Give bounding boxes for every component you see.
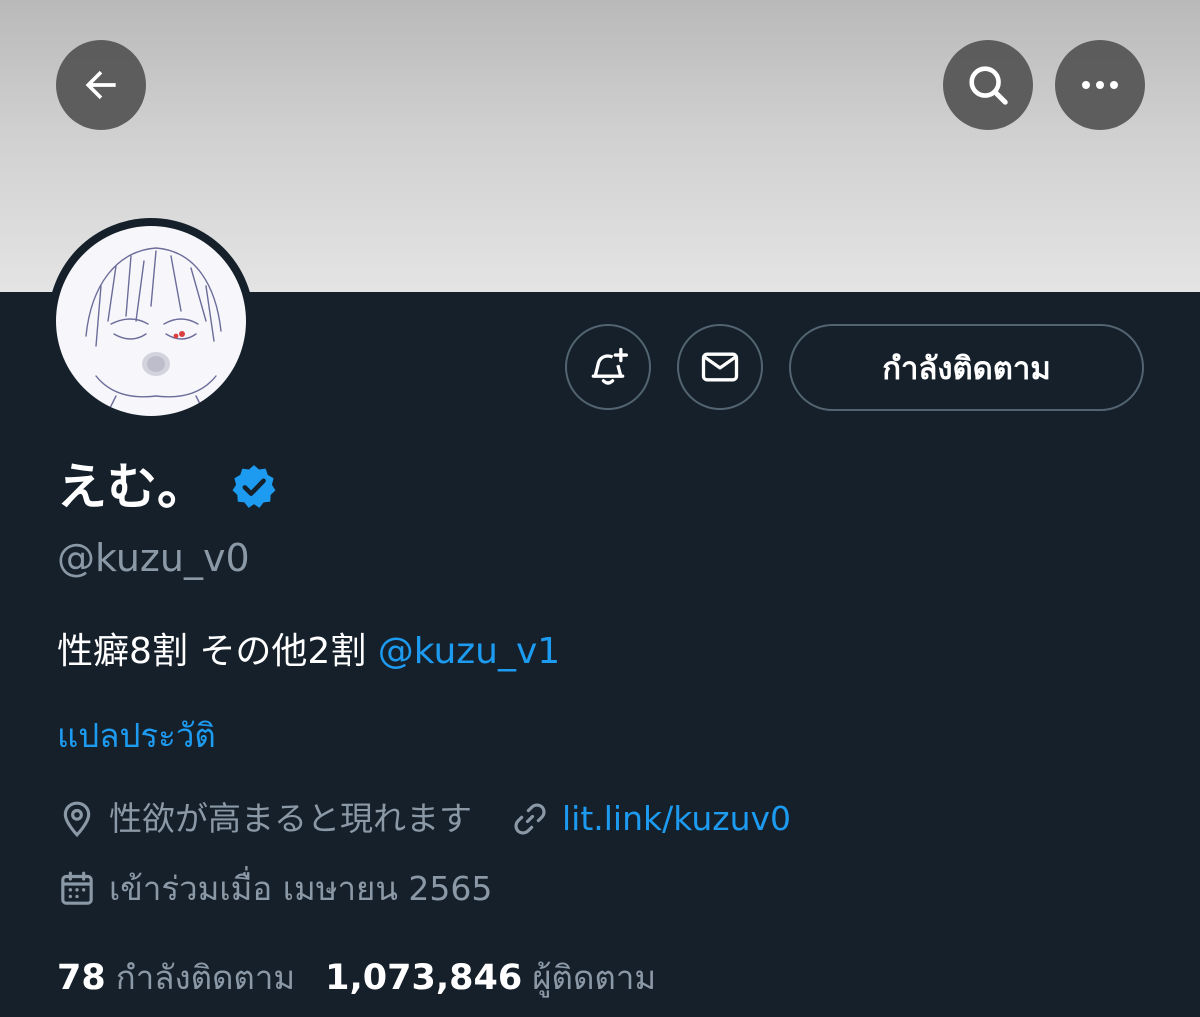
bio-mention-link[interactable]: @kuzu_v1 (378, 631, 560, 672)
avatar[interactable] (48, 218, 254, 424)
search-button[interactable] (943, 40, 1033, 130)
following-button[interactable]: กำลังติดตาม (789, 324, 1144, 411)
bio: 性癖8割 その他2割 @kuzu_v1 (57, 624, 560, 680)
display-name: えむ。 (57, 458, 207, 516)
join-date-row: เข้าร่วมเมื่อ เมษายน 2565 (57, 864, 492, 914)
calendar-icon (61, 871, 93, 905)
back-button[interactable] (56, 40, 146, 130)
mail-icon (701, 352, 739, 382)
website-link[interactable]: lit.link/kuzuv0 (562, 794, 791, 844)
avatar-image (56, 226, 246, 416)
verified-badge-icon[interactable] (229, 462, 279, 512)
following-stat[interactable]: 78 กำลังติดตาม (57, 952, 295, 1004)
message-button[interactable] (677, 324, 763, 410)
location-text: 性欲が高まると現れます (109, 799, 472, 838)
followers-count: 1,073,846 (325, 958, 523, 998)
more-options-button[interactable] (1055, 40, 1145, 130)
following-count: 78 (57, 958, 106, 998)
name-row: えむ。 (57, 452, 279, 522)
link-icon (514, 803, 546, 835)
location-pin-icon (63, 801, 91, 838)
notifications-button[interactable] (565, 324, 651, 410)
translate-bio-link[interactable]: แปลประวัติ (57, 708, 216, 764)
username-handle: @kuzu_v0 (57, 536, 250, 580)
follow-stats: 78 กำลังติดตาม 1,073,846 ผู้ติดตาม (57, 952, 656, 1004)
search-icon (969, 66, 1008, 105)
back-arrow-icon (85, 70, 116, 100)
location-link-row: 性欲が高まると現れます lit.link/kuzuv0 (57, 794, 791, 844)
followers-label: ผู้ติดตาม (532, 958, 657, 997)
more-icon (1082, 81, 1118, 89)
join-date-text: เข้าร่วมเมื่อ เมษายน 2565 (109, 869, 493, 908)
following-label: กำลังติดตาม (115, 958, 296, 997)
followers-stat[interactable]: 1,073,846 ผู้ติดตาม (325, 952, 656, 1004)
bio-text: 性癖8割 その他2割 (57, 631, 378, 672)
notification-bell-plus-icon (591, 347, 628, 385)
